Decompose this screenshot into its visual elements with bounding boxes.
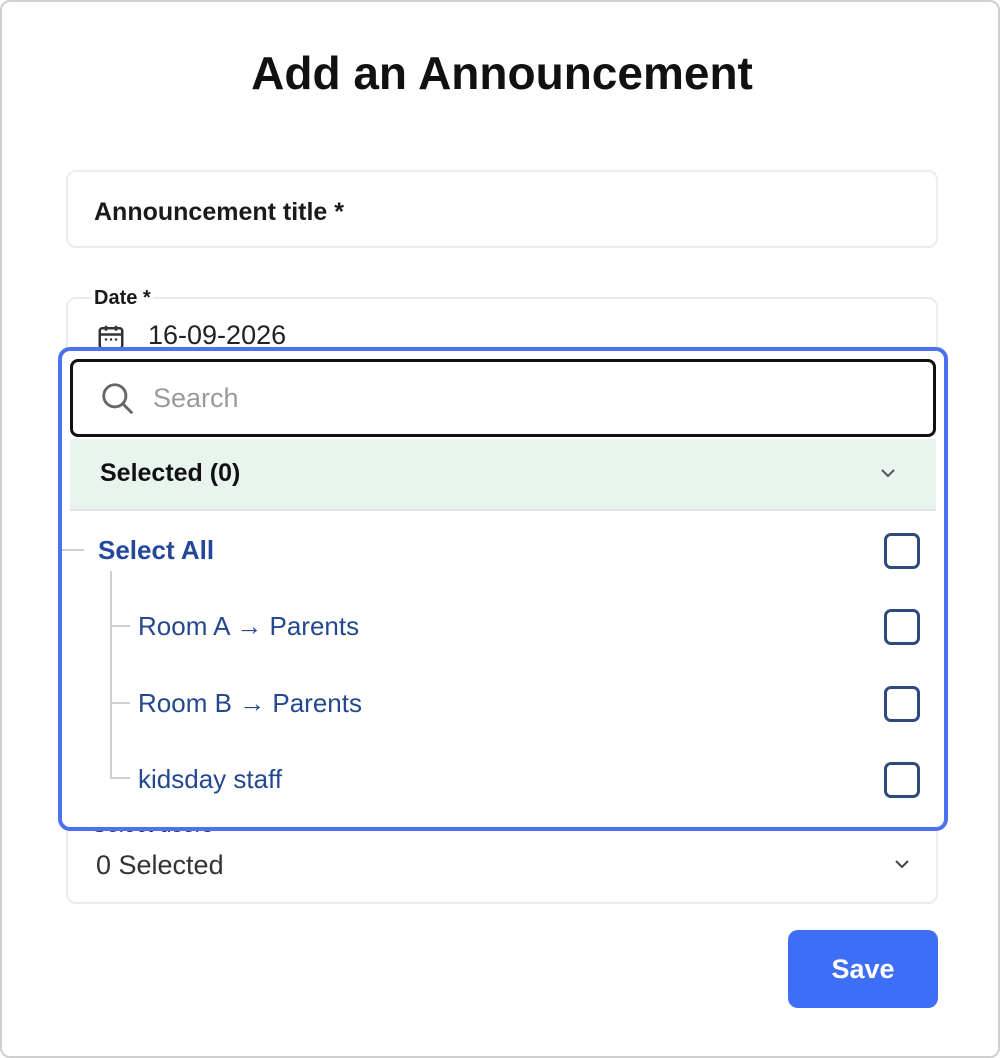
option-item[interactable]: kidsday staff: [62, 744, 944, 814]
option-item[interactable]: Room A → Parents: [62, 591, 944, 661]
select-users-value: 0 Selected: [96, 850, 224, 880]
option-select-all[interactable]: Select All: [62, 515, 944, 585]
save-button[interactable]: Save: [788, 930, 938, 1008]
search-icon: [102, 383, 134, 415]
select-all-checkbox[interactable]: [884, 533, 920, 569]
announcement-dialog: Add an Announcement Announcement title *…: [0, 0, 1000, 1058]
chevron-down-icon[interactable]: [878, 463, 898, 483]
option-checkbox[interactable]: [884, 686, 920, 722]
announcement-title-label: Announcement title *: [94, 198, 345, 226]
select-all-label: Select All: [98, 535, 215, 565]
option-label: kidsday staff: [138, 764, 283, 794]
search-input[interactable]: [153, 376, 913, 420]
option-checkbox[interactable]: [884, 762, 920, 798]
dialog-title: Add an Announcement: [251, 47, 753, 99]
chevron-down-icon[interactable]: [892, 854, 912, 874]
selected-header[interactable]: Selected (0): [70, 439, 936, 511]
selected-count-label: Selected (0): [100, 459, 241, 487]
search-box[interactable]: [70, 359, 936, 437]
date-label: Date *: [92, 287, 153, 310]
users-dropdown: Selected (0) Select All Room A → Parents…: [58, 347, 948, 831]
option-checkbox[interactable]: [884, 609, 920, 645]
option-label: Room A → Parents: [138, 611, 360, 641]
options-tree: Select All Room A → Parents Room B → Par…: [62, 513, 944, 823]
option-label: Room B → Parents: [138, 688, 362, 718]
announcement-title-field[interactable]: Announcement title *: [66, 170, 938, 248]
option-item[interactable]: Room B → Parents: [62, 668, 944, 738]
